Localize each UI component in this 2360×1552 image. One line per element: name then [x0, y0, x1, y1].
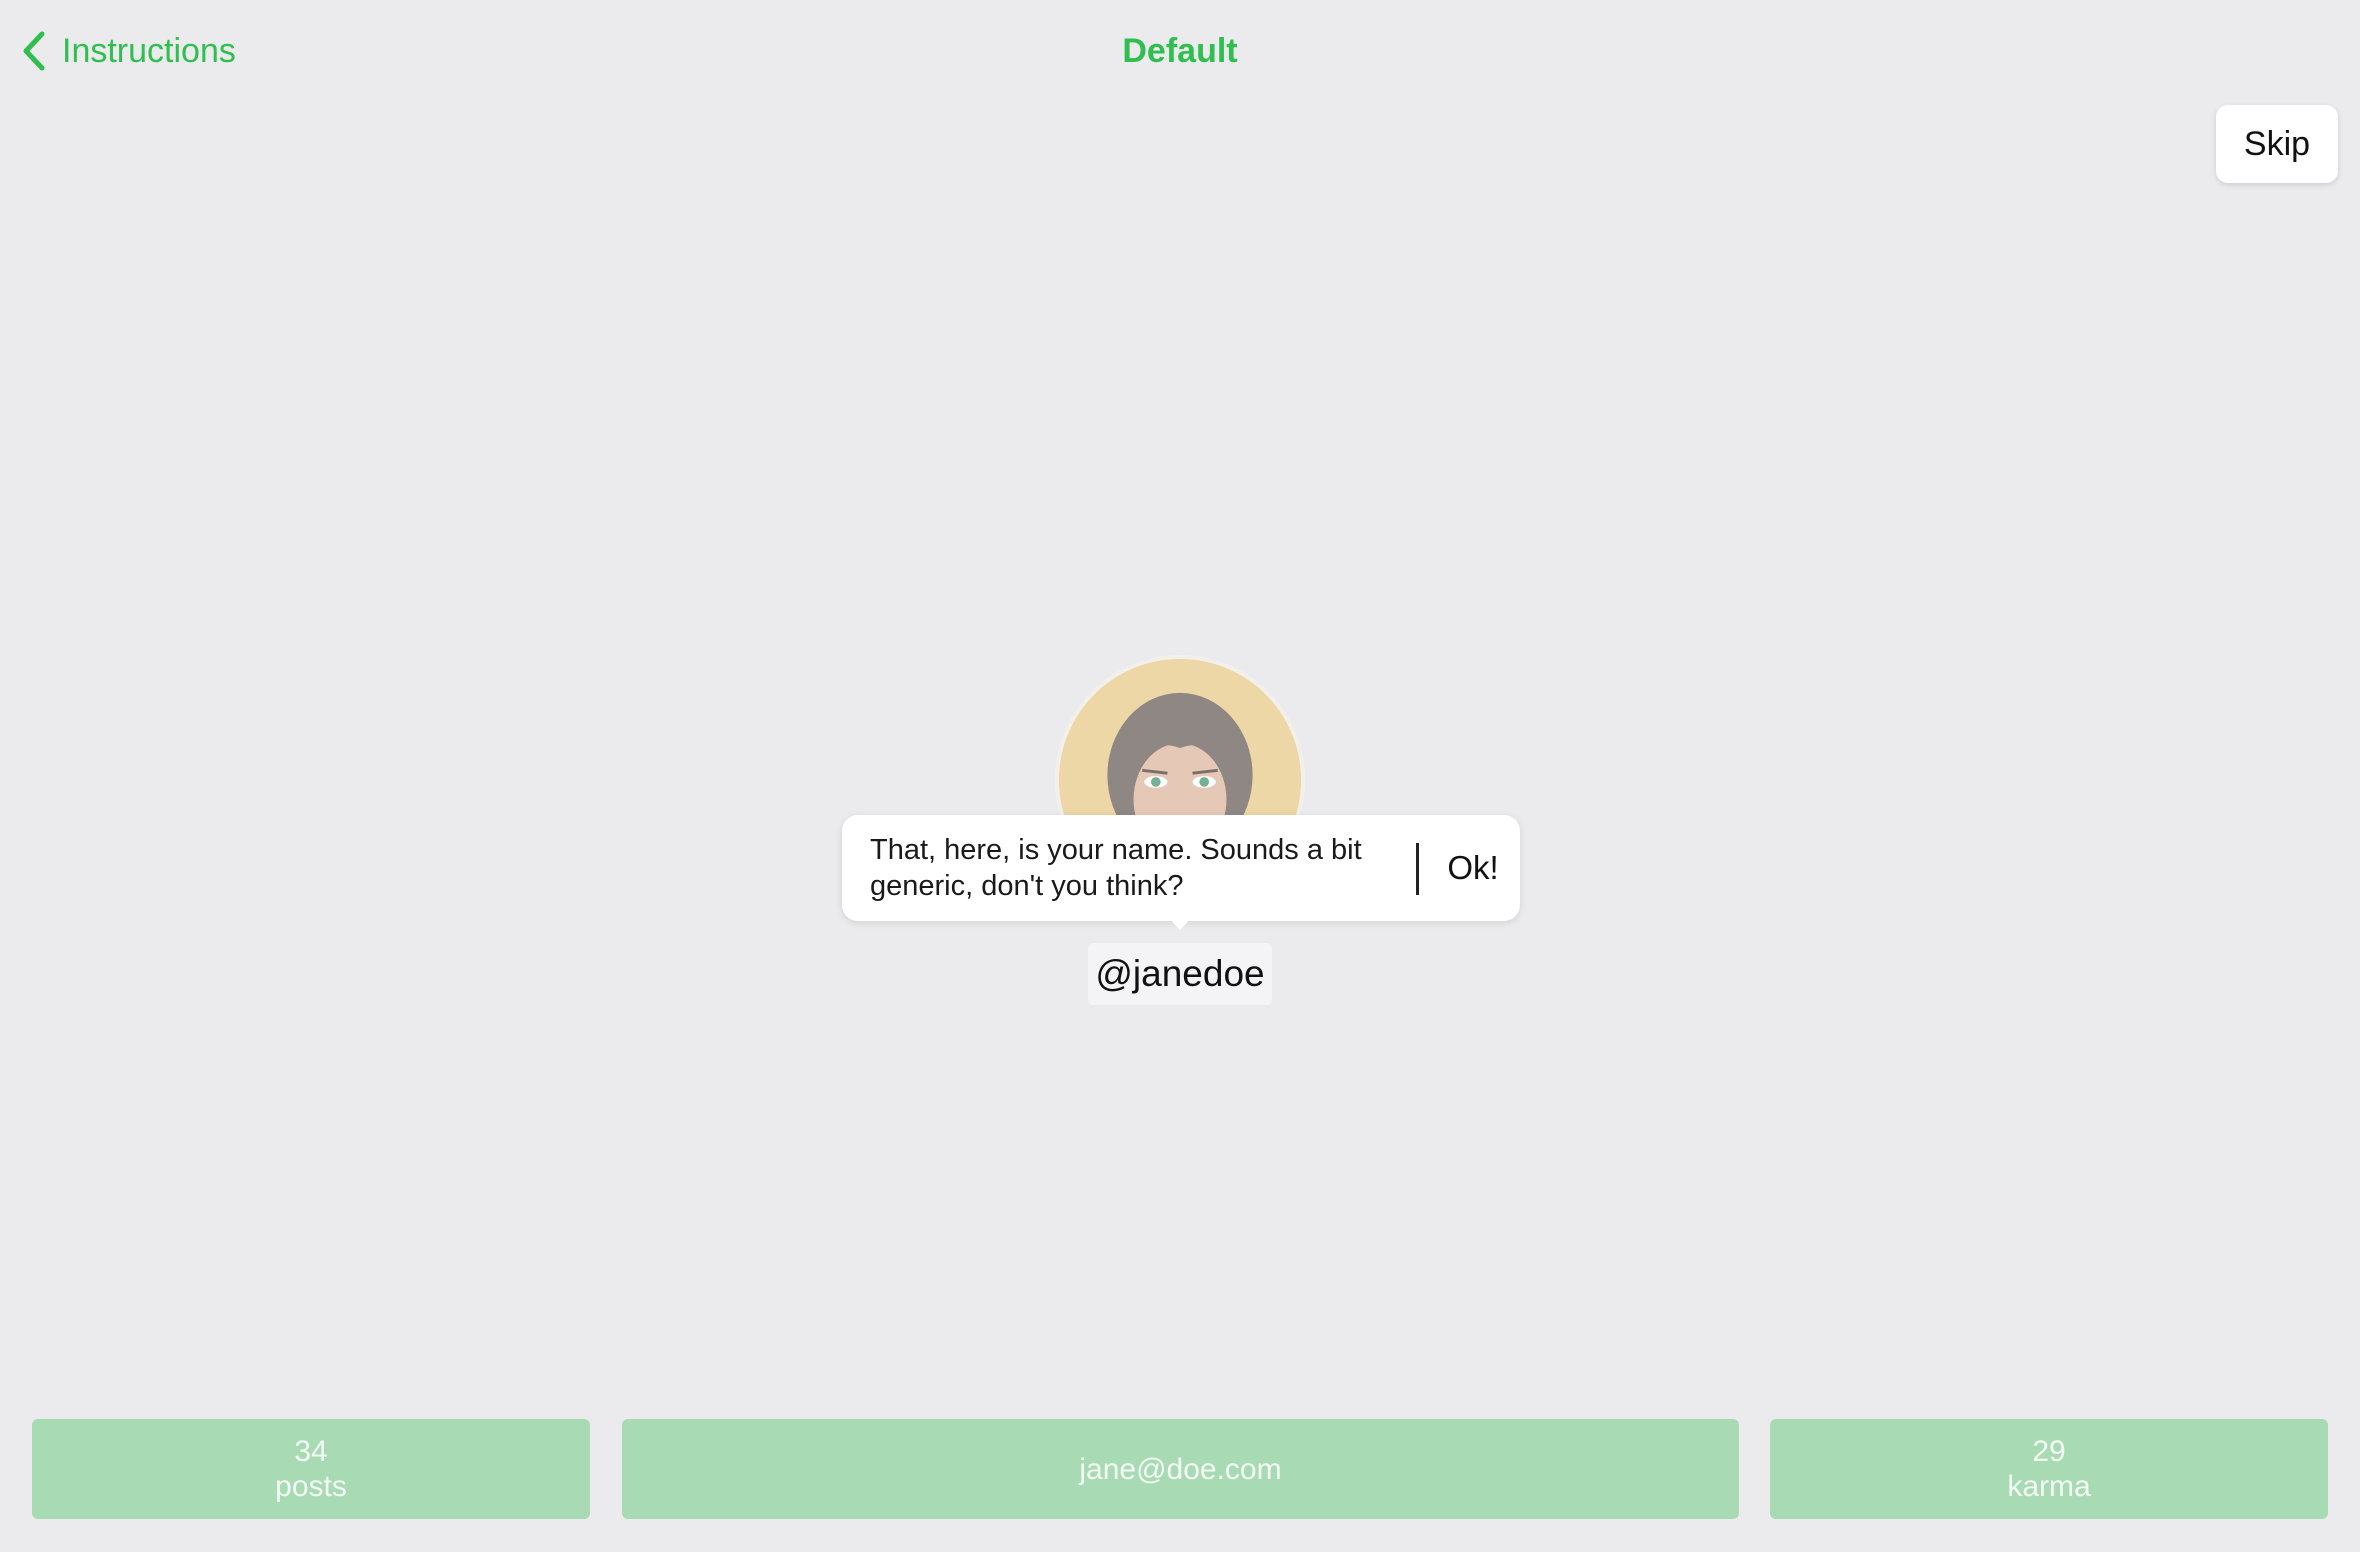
skip-button[interactable]: Skip [2216, 105, 2338, 183]
tooltip-message: That, here, is your name. Sounds a bit g… [870, 834, 1362, 902]
karma-count: 29 [2032, 1435, 2066, 1468]
username-label: @janedoe [1088, 943, 1272, 1005]
karma-stat-button[interactable]: 29 karma [1770, 1419, 2328, 1519]
page-title: Default [1122, 32, 1238, 70]
posts-stat-button[interactable]: 34 posts [32, 1419, 590, 1519]
tooltip-arrow [1167, 916, 1193, 930]
tooltip-divider [1416, 843, 1419, 895]
email-button[interactable]: jane@doe.com [622, 1419, 1739, 1519]
posts-count: 34 [294, 1435, 328, 1468]
posts-label: posts [275, 1470, 347, 1503]
tooltip-ok-button[interactable]: Ok! [1432, 815, 1514, 921]
onboarding-tooltip: That, here, is your name. Sounds a bit g… [842, 815, 1520, 921]
email-value: jane@doe.com [1079, 1452, 1282, 1486]
karma-label: karma [2007, 1470, 2091, 1503]
